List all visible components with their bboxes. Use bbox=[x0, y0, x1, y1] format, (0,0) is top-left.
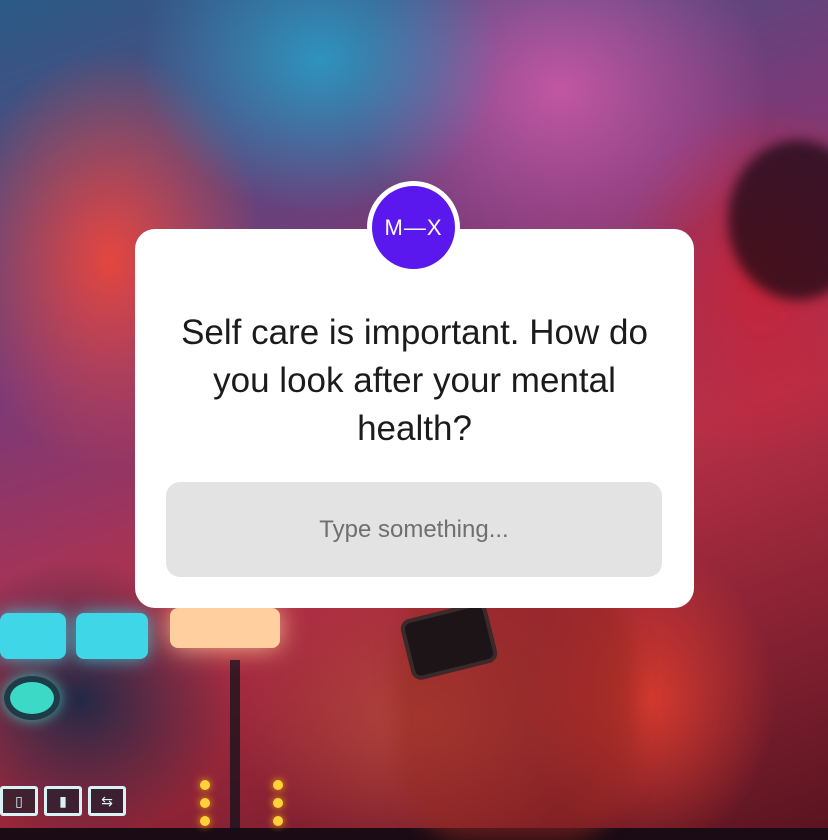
controller-pad-warm bbox=[170, 608, 280, 648]
controller-pad-cyan bbox=[0, 613, 66, 659]
led bbox=[273, 816, 283, 826]
brand-logo-avatar: M—X bbox=[367, 181, 460, 274]
controller-fader bbox=[230, 660, 240, 830]
controller-button-row: ▯ ▮ ⇆ bbox=[0, 786, 126, 816]
led bbox=[273, 780, 283, 790]
question-sticker: Self care is important. How do you look … bbox=[135, 229, 694, 608]
led bbox=[273, 798, 283, 808]
led-column bbox=[273, 780, 283, 826]
answer-input[interactable] bbox=[166, 482, 662, 577]
question-text: Self care is important. How do you look … bbox=[181, 313, 648, 448]
controller-knob bbox=[4, 676, 60, 720]
led bbox=[200, 780, 210, 790]
controller-pad-cyan bbox=[76, 613, 148, 659]
led-column bbox=[200, 780, 210, 826]
led bbox=[200, 816, 210, 826]
controller-button: ▯ bbox=[0, 786, 38, 816]
led bbox=[200, 798, 210, 808]
controller-button: ⇆ bbox=[88, 786, 126, 816]
controller-button: ▮ bbox=[44, 786, 82, 816]
